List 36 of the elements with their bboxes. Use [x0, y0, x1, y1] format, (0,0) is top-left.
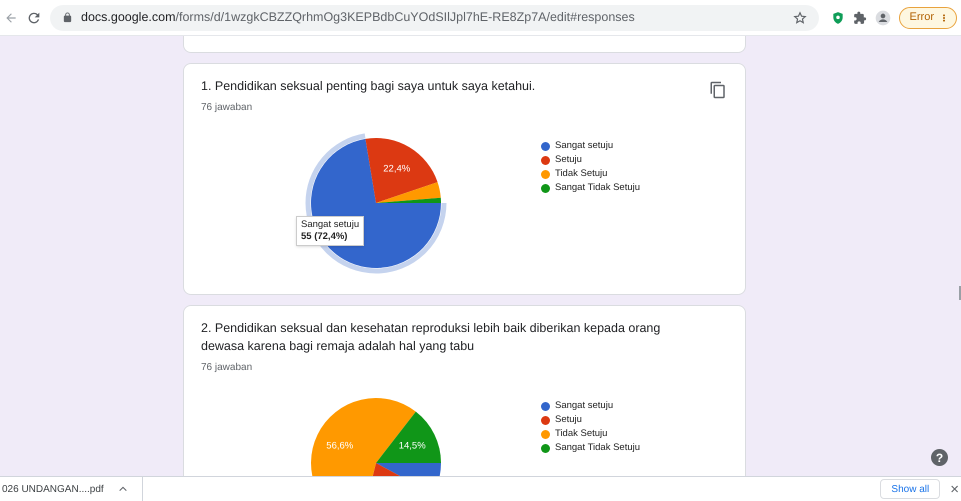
- help-button[interactable]: ?: [931, 449, 948, 466]
- slice-percent-label: 14,5%: [398, 440, 426, 452]
- legend-label: Sangat Tidak Setuju: [555, 182, 640, 194]
- legend-label: Sangat setuju: [555, 400, 614, 412]
- question-title: 1. Pendidikan seksual penting bagi saya untuk saya ketahui.: [201, 78, 536, 95]
- legend-label: Sangat Tidak Setuju: [555, 442, 640, 454]
- more-icon: [942, 12, 946, 24]
- profile-icon[interactable]: [874, 10, 891, 26]
- response-count: 76 jawaban: [201, 101, 254, 115]
- scrollbar-thumb[interactable]: [959, 286, 961, 300]
- legend-label: Setuju: [555, 414, 582, 426]
- url-text: docs.google.com/forms/d/1wzgkCBZZQrhmOg3KEPBdbCuYOdSIlJpl7hE-RE8Zp7A/edit#responses: [81, 9, 636, 26]
- reload-icon[interactable]: [26, 10, 42, 26]
- tooltip-value: 55 (72,4%): [301, 231, 348, 243]
- copy-icon[interactable]: [709, 81, 727, 99]
- error-button[interactable]: Error: [898, 6, 957, 28]
- legend-label: Setuju: [555, 154, 582, 166]
- legend-label: Tidak Setuju: [555, 168, 608, 180]
- star-icon[interactable]: [792, 10, 807, 24]
- close-button[interactable]: ×: [950, 482, 959, 496]
- puzzle-icon[interactable]: [852, 10, 867, 24]
- back-arrow-icon[interactable]: [4, 10, 18, 24]
- file-name: 026 UNDANGAN....pdf: [2, 482, 104, 496]
- response-count: 76 jawaban: [201, 361, 254, 375]
- slice-percent-label: 56,6%: [326, 440, 354, 452]
- question-title: 2. Pendidikan seksual dan kesehatan reproduksi lebih baik diberikan kepada orang dewasa karena bagi remaja adalah hal yang tabu: [201, 320, 662, 355]
- address-bar[interactable]: docs.google.com/forms/d/1wzgkCBZZQrhmOg3KEPBdbCuYOdSIlJpl7hE-RE8Zp7A/edit#responses: [50, 4, 819, 30]
- download-item[interactable]: 026 UNDANGAN....pdf: [0, 477, 143, 501]
- tooltip-title: Sangat setuju: [301, 219, 360, 231]
- legend-label: Tidak Setuju: [555, 428, 608, 440]
- show-all-button[interactable]: Show all: [880, 479, 940, 499]
- legend-label: Sangat setuju: [555, 140, 614, 152]
- shield-icon[interactable]: [830, 10, 845, 24]
- caret-up-icon[interactable]: [118, 484, 128, 494]
- lock-icon: [62, 12, 73, 23]
- slice-percent-label: 22,4%: [383, 163, 410, 174]
